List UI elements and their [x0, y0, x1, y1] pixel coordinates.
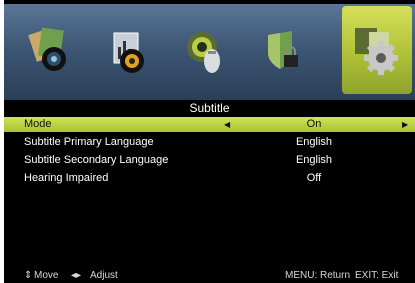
hint-move: Move — [34, 270, 59, 281]
sound-icon — [113, 32, 144, 73]
settings-gear-icon — [355, 28, 398, 75]
row-value: Off — [306, 172, 322, 184]
menu-row-hearing-impaired[interactable]: Hearing Impaired Off — [4, 171, 415, 186]
row-value: English — [295, 154, 333, 166]
menu-row-primary-language[interactable]: Subtitle Primary Language English — [4, 135, 415, 150]
arrow-left-icon[interactable]: ◀ — [224, 117, 230, 132]
tab-setup[interactable] — [342, 6, 412, 94]
hint-exit: EXIT: Exit — [355, 270, 399, 281]
tab-picture[interactable] — [18, 10, 82, 92]
menu-row-secondary-language[interactable]: Subtitle Secondary Language English — [4, 153, 415, 168]
lock-icon — [268, 31, 298, 69]
up-down-arrows-icon: ⇕ — [24, 270, 33, 281]
tab-lock[interactable] — [252, 10, 316, 92]
row-label: Hearing Impaired — [24, 172, 109, 184]
page-title: Subtitle — [189, 101, 230, 115]
hint-adjust: Adjust — [90, 270, 118, 281]
arrow-right-icon[interactable]: ▶ — [402, 117, 408, 132]
channel-icon — [187, 32, 220, 73]
hint-menu-return: MENU: Return — [285, 270, 351, 281]
row-label: Subtitle Secondary Language — [24, 154, 169, 166]
tab-sound[interactable] — [96, 10, 160, 92]
picture-icon — [28, 27, 66, 71]
menu-tab-bar — [4, 4, 415, 100]
tv-osd-screen: Subtitle Mode ◀ On ▶ Subtitle Primary La… — [4, 0, 415, 283]
row-value: English — [295, 136, 333, 148]
left-right-arrows-icon: ◂▸ — [71, 270, 82, 281]
row-label: Mode — [24, 118, 52, 130]
row-label: Subtitle Primary Language — [24, 136, 154, 148]
row-value: On — [306, 118, 322, 130]
footer-hints: ⇕ Move ◂▸ Adjust MENU: Return EXIT: Exit — [4, 268, 415, 283]
tab-channel[interactable] — [174, 10, 238, 92]
menu-row-mode[interactable]: Mode ◀ On ▶ — [4, 117, 415, 132]
